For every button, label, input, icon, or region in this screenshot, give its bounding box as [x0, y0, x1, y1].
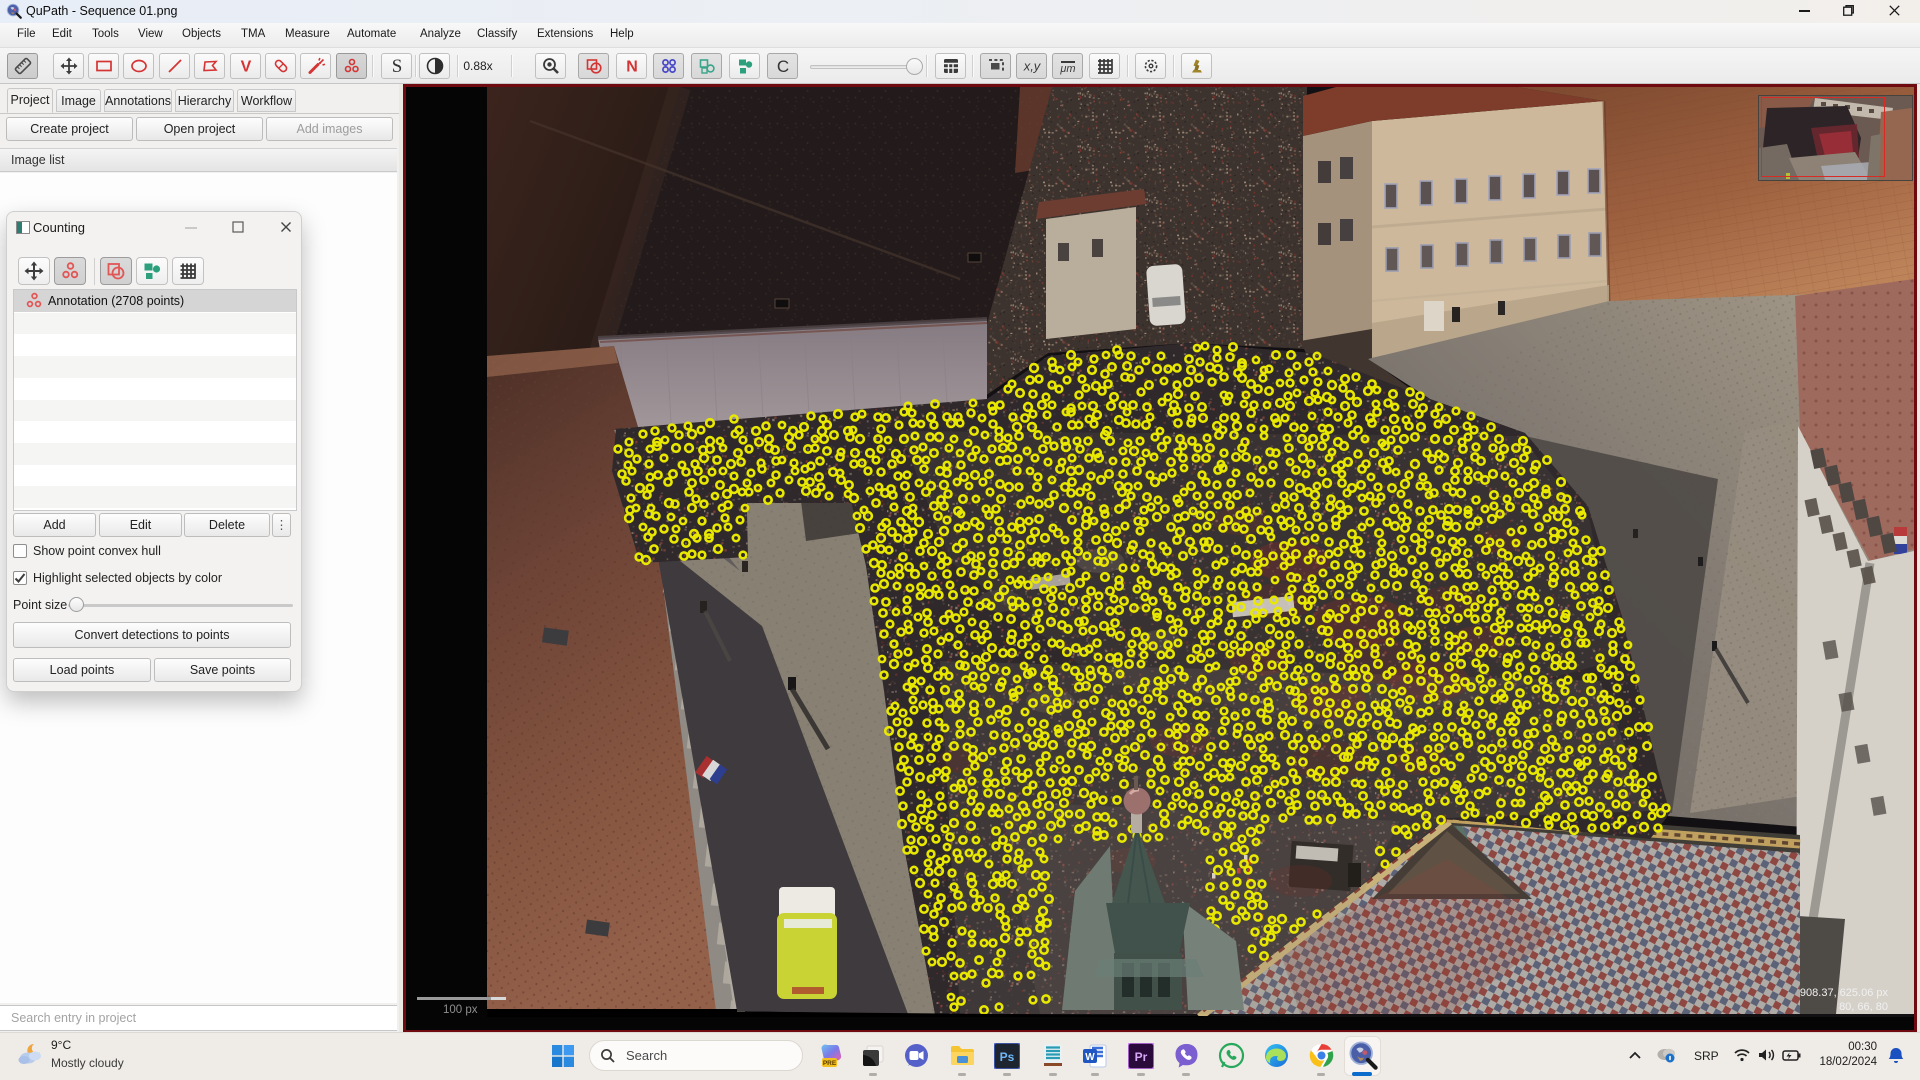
- svg-text:W: W: [1085, 1052, 1095, 1063]
- svg-text:x,y: x,y: [1022, 59, 1041, 74]
- svg-text:S: S: [391, 56, 402, 76]
- svg-text:V: V: [240, 59, 251, 76]
- svg-text:PRE: PRE: [823, 1060, 837, 1067]
- svg-text:μm: μm: [1059, 63, 1075, 75]
- svg-text:C: C: [776, 57, 788, 76]
- svg-text:Pr: Pr: [1135, 1050, 1148, 1064]
- svg-text:N: N: [626, 59, 638, 76]
- svg-text:Ps: Ps: [1000, 1050, 1015, 1064]
